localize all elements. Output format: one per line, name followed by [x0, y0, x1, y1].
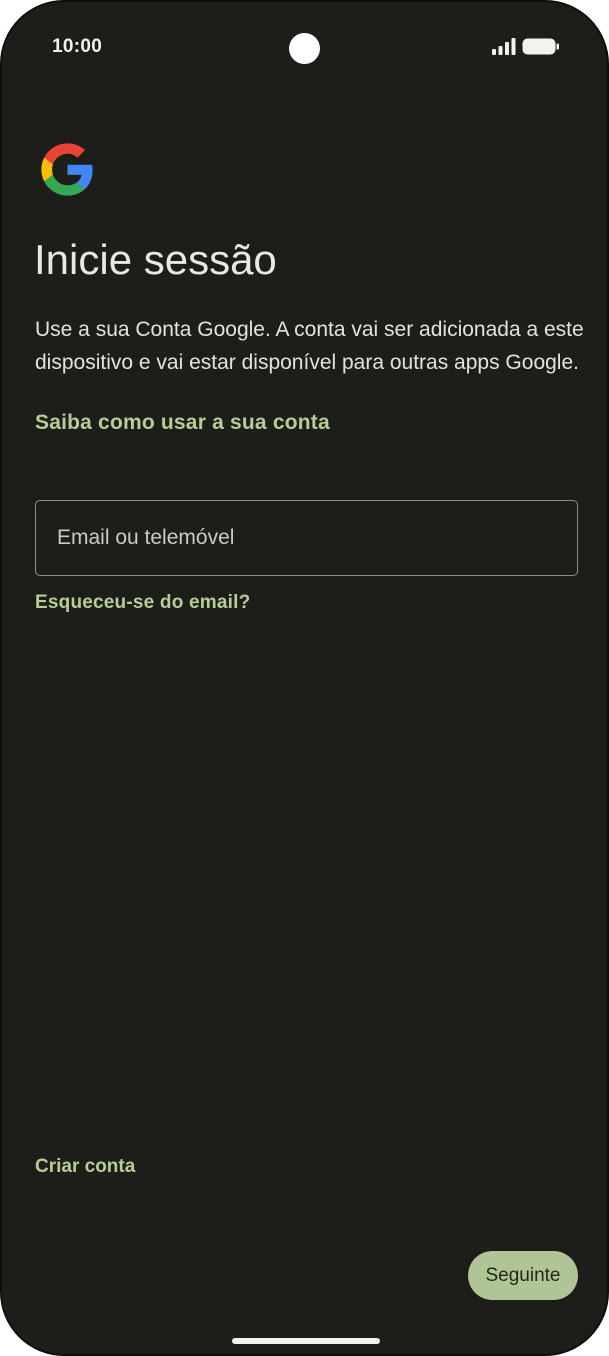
status-time: 10:00 — [52, 36, 103, 57]
signal-icon — [492, 38, 516, 55]
page-title: Inicie sessão — [34, 236, 277, 283]
learn-account-link[interactable]: Saiba como usar a sua conta — [35, 411, 330, 435]
forgot-email-link[interactable]: Esqueceu-se do email? — [35, 592, 250, 614]
battery-icon — [522, 38, 559, 55]
camera-cutout — [289, 33, 320, 64]
next-button[interactable]: Seguinte — [468, 1251, 578, 1300]
email-input[interactable] — [36, 501, 577, 575]
page-description: Use a sua Conta Google. A conta vai ser … — [35, 318, 584, 374]
google-logo-icon — [41, 143, 93, 196]
email-field[interactable] — [35, 500, 578, 576]
phone-screen: 10:00 Inicie sessão Use a sua Conta Goog… — [0, 0, 609, 1356]
home-indicator[interactable] — [232, 1338, 380, 1344]
create-account-link[interactable]: Criar conta — [35, 1156, 135, 1178]
